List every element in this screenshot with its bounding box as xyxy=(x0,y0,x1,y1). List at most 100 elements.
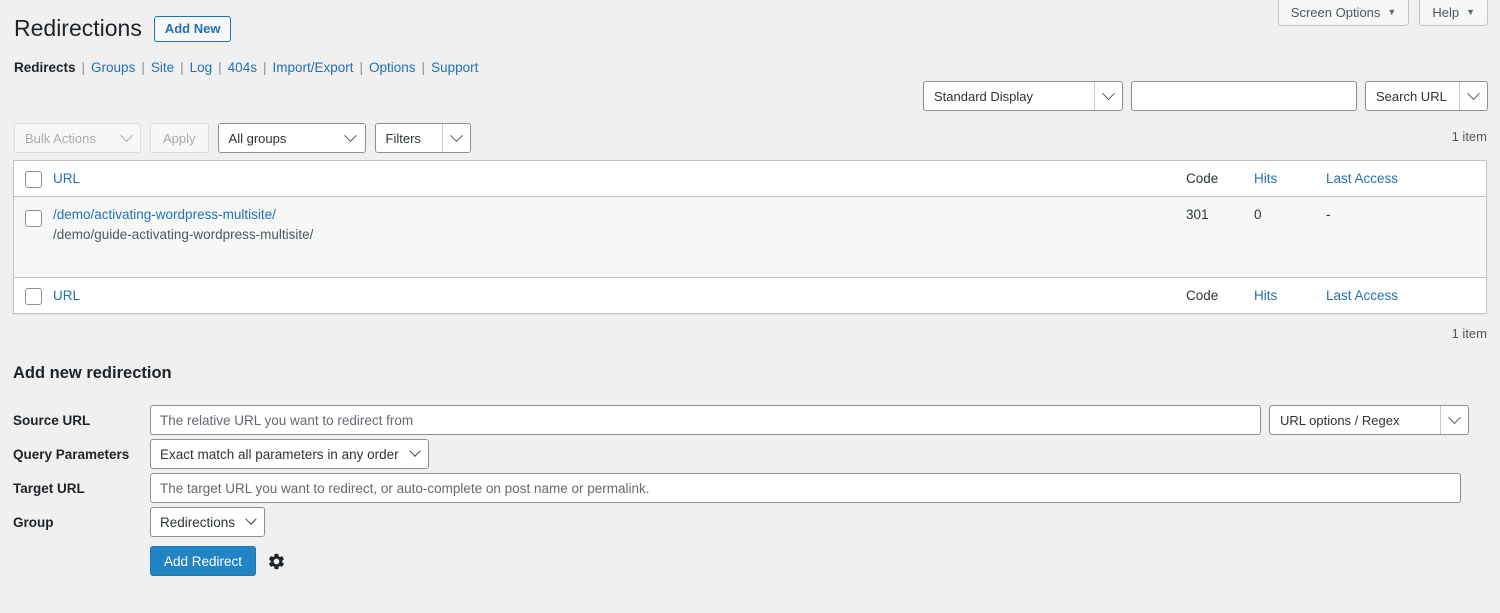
query-params-row: Query Parameters Exact match all paramet… xyxy=(13,438,1487,470)
subnav-separator: | xyxy=(416,60,432,75)
redirects-table: URL Code Hits Last Access /demo/activati… xyxy=(13,160,1487,314)
source-url-controls: URL options / Regex xyxy=(150,405,1487,435)
subnav-separator: | xyxy=(76,60,92,75)
row-source-url-link[interactable]: /demo/activating-wordpress-multisite/ xyxy=(53,207,1186,222)
column-footer-last-access[interactable]: Last Access xyxy=(1326,288,1486,303)
query-params-label: Query Parameters xyxy=(13,447,150,462)
subnav: Redirects|Groups|Site|Log|404s|Import/Ex… xyxy=(14,60,478,75)
group-select[interactable]: Redirections xyxy=(150,507,265,537)
select-all-cell xyxy=(14,170,53,188)
subnav-item-import-export[interactable]: Import/Export xyxy=(272,60,353,75)
group-filter-select[interactable]: All groups xyxy=(218,123,366,153)
chevron-down-icon xyxy=(245,514,256,525)
search-type-select[interactable]: Search URL xyxy=(1365,81,1488,111)
group-controls: Redirections xyxy=(150,507,1487,537)
chevron-down-icon xyxy=(337,124,365,152)
bulk-actions-select[interactable]: Bulk Actions xyxy=(14,123,141,153)
query-params-controls: Exact match all parameters in any order xyxy=(150,439,1487,469)
source-url-label: Source URL xyxy=(13,413,150,428)
column-header-hits[interactable]: Hits xyxy=(1254,171,1326,186)
subnav-item-groups[interactable]: Groups xyxy=(91,60,135,75)
bulk-actions-label: Bulk Actions xyxy=(15,131,122,146)
url-options-label: URL options / Regex xyxy=(1270,413,1440,428)
apply-button[interactable]: Apply xyxy=(150,123,209,153)
chevron-down-icon xyxy=(1440,406,1468,434)
table-row: /demo/activating-wordpress-multisite/ /d… xyxy=(14,197,1486,277)
subnav-separator: | xyxy=(212,60,228,75)
filters-label: Filters xyxy=(376,131,442,146)
subnav-item-404s[interactable]: 404s xyxy=(228,60,257,75)
chevron-down-icon xyxy=(442,124,470,152)
group-row: Group Redirections xyxy=(13,506,1487,538)
subnav-separator: | xyxy=(135,60,151,75)
column-footer-hits[interactable]: Hits xyxy=(1254,288,1326,303)
screen-meta-links: Screen Options ▼ Help ▼ xyxy=(1278,0,1488,26)
table-footer: URL Code Hits Last Access xyxy=(14,277,1486,313)
query-params-value: Exact match all parameters in any order xyxy=(160,447,399,462)
group-label: Group xyxy=(13,515,150,530)
chevron-down-icon xyxy=(1459,82,1487,110)
target-url-input[interactable] xyxy=(150,473,1461,503)
chevron-down-icon xyxy=(122,134,140,143)
group-value: Redirections xyxy=(160,515,235,530)
search-toolbar: Standard Display Search URL xyxy=(923,81,1488,111)
column-header-last-access[interactable]: Last Access xyxy=(1326,171,1486,186)
group-filter-value: All groups xyxy=(219,131,337,146)
chevron-down-icon: ▼ xyxy=(1466,8,1475,17)
table-body: /demo/activating-wordpress-multisite/ /d… xyxy=(14,197,1486,277)
chevron-down-icon: ▼ xyxy=(1387,8,1396,17)
help-button[interactable]: Help ▼ xyxy=(1419,0,1488,26)
select-all-checkbox-bottom[interactable] xyxy=(25,288,42,305)
column-footer-url[interactable]: URL xyxy=(53,288,1186,303)
gear-icon[interactable] xyxy=(267,552,286,571)
column-footer-code: Code xyxy=(1186,288,1254,303)
filters-select[interactable]: Filters xyxy=(375,123,471,153)
chevron-down-icon xyxy=(409,446,420,457)
query-params-select[interactable]: Exact match all parameters in any order xyxy=(150,439,429,469)
column-header-code: Code xyxy=(1186,171,1254,186)
subnav-item-support[interactable]: Support xyxy=(431,60,478,75)
screen-options-label: Screen Options xyxy=(1291,5,1381,20)
help-label: Help xyxy=(1432,5,1459,20)
table-header: URL Code Hits Last Access xyxy=(14,161,1486,197)
search-type-value: Search URL xyxy=(1366,89,1459,104)
row-target-url: /demo/guide-activating-wordpress-multisi… xyxy=(53,227,1186,242)
select-all-checkbox-top[interactable] xyxy=(25,171,42,188)
subnav-separator: | xyxy=(354,60,370,75)
table-header-row: URL Code Hits Last Access xyxy=(14,161,1486,196)
page-title: Redirections xyxy=(14,14,142,44)
source-url-row: Source URL URL options / Regex xyxy=(13,404,1487,436)
subnav-item-site[interactable]: Site xyxy=(151,60,174,75)
add-redirection-title: Add new redirection xyxy=(13,364,172,383)
row-last-access: - xyxy=(1326,207,1486,222)
table-footer-row: URL Code Hits Last Access xyxy=(14,278,1486,313)
display-mode-value: Standard Display xyxy=(924,89,1094,104)
row-url-cell: /demo/activating-wordpress-multisite/ /d… xyxy=(53,207,1186,242)
select-all-cell-bottom xyxy=(14,287,53,305)
add-redirect-button[interactable]: Add Redirect xyxy=(150,546,256,576)
subnav-item-options[interactable]: Options xyxy=(369,60,416,75)
chevron-down-icon xyxy=(1094,82,1122,110)
target-url-controls xyxy=(150,473,1487,503)
column-header-url[interactable]: URL xyxy=(53,171,1186,186)
url-options-select[interactable]: URL options / Regex xyxy=(1269,405,1469,435)
row-checkbox[interactable] xyxy=(25,210,42,227)
item-count-top: 1 item xyxy=(1452,129,1487,144)
page-header: Redirections Add New xyxy=(14,14,231,44)
target-url-label: Target URL xyxy=(13,481,150,496)
table-toolbar: Bulk Actions Apply All groups Filters xyxy=(14,123,471,153)
source-url-input[interactable] xyxy=(150,405,1261,435)
subnav-item-redirects[interactable]: Redirects xyxy=(14,60,76,75)
row-select-cell xyxy=(14,207,53,227)
item-count-bottom: 1 item xyxy=(1452,326,1487,341)
screen-options-button[interactable]: Screen Options ▼ xyxy=(1278,0,1410,26)
form-actions: Add Redirect xyxy=(150,546,1487,576)
add-new-button[interactable]: Add New xyxy=(154,16,232,43)
subnav-item-log[interactable]: Log xyxy=(190,60,213,75)
display-mode-select[interactable]: Standard Display xyxy=(923,81,1123,111)
row-hits: 0 xyxy=(1254,207,1326,222)
search-input[interactable] xyxy=(1131,81,1357,111)
target-url-row: Target URL xyxy=(13,472,1487,504)
row-code: 301 xyxy=(1186,207,1254,222)
subnav-separator: | xyxy=(174,60,190,75)
